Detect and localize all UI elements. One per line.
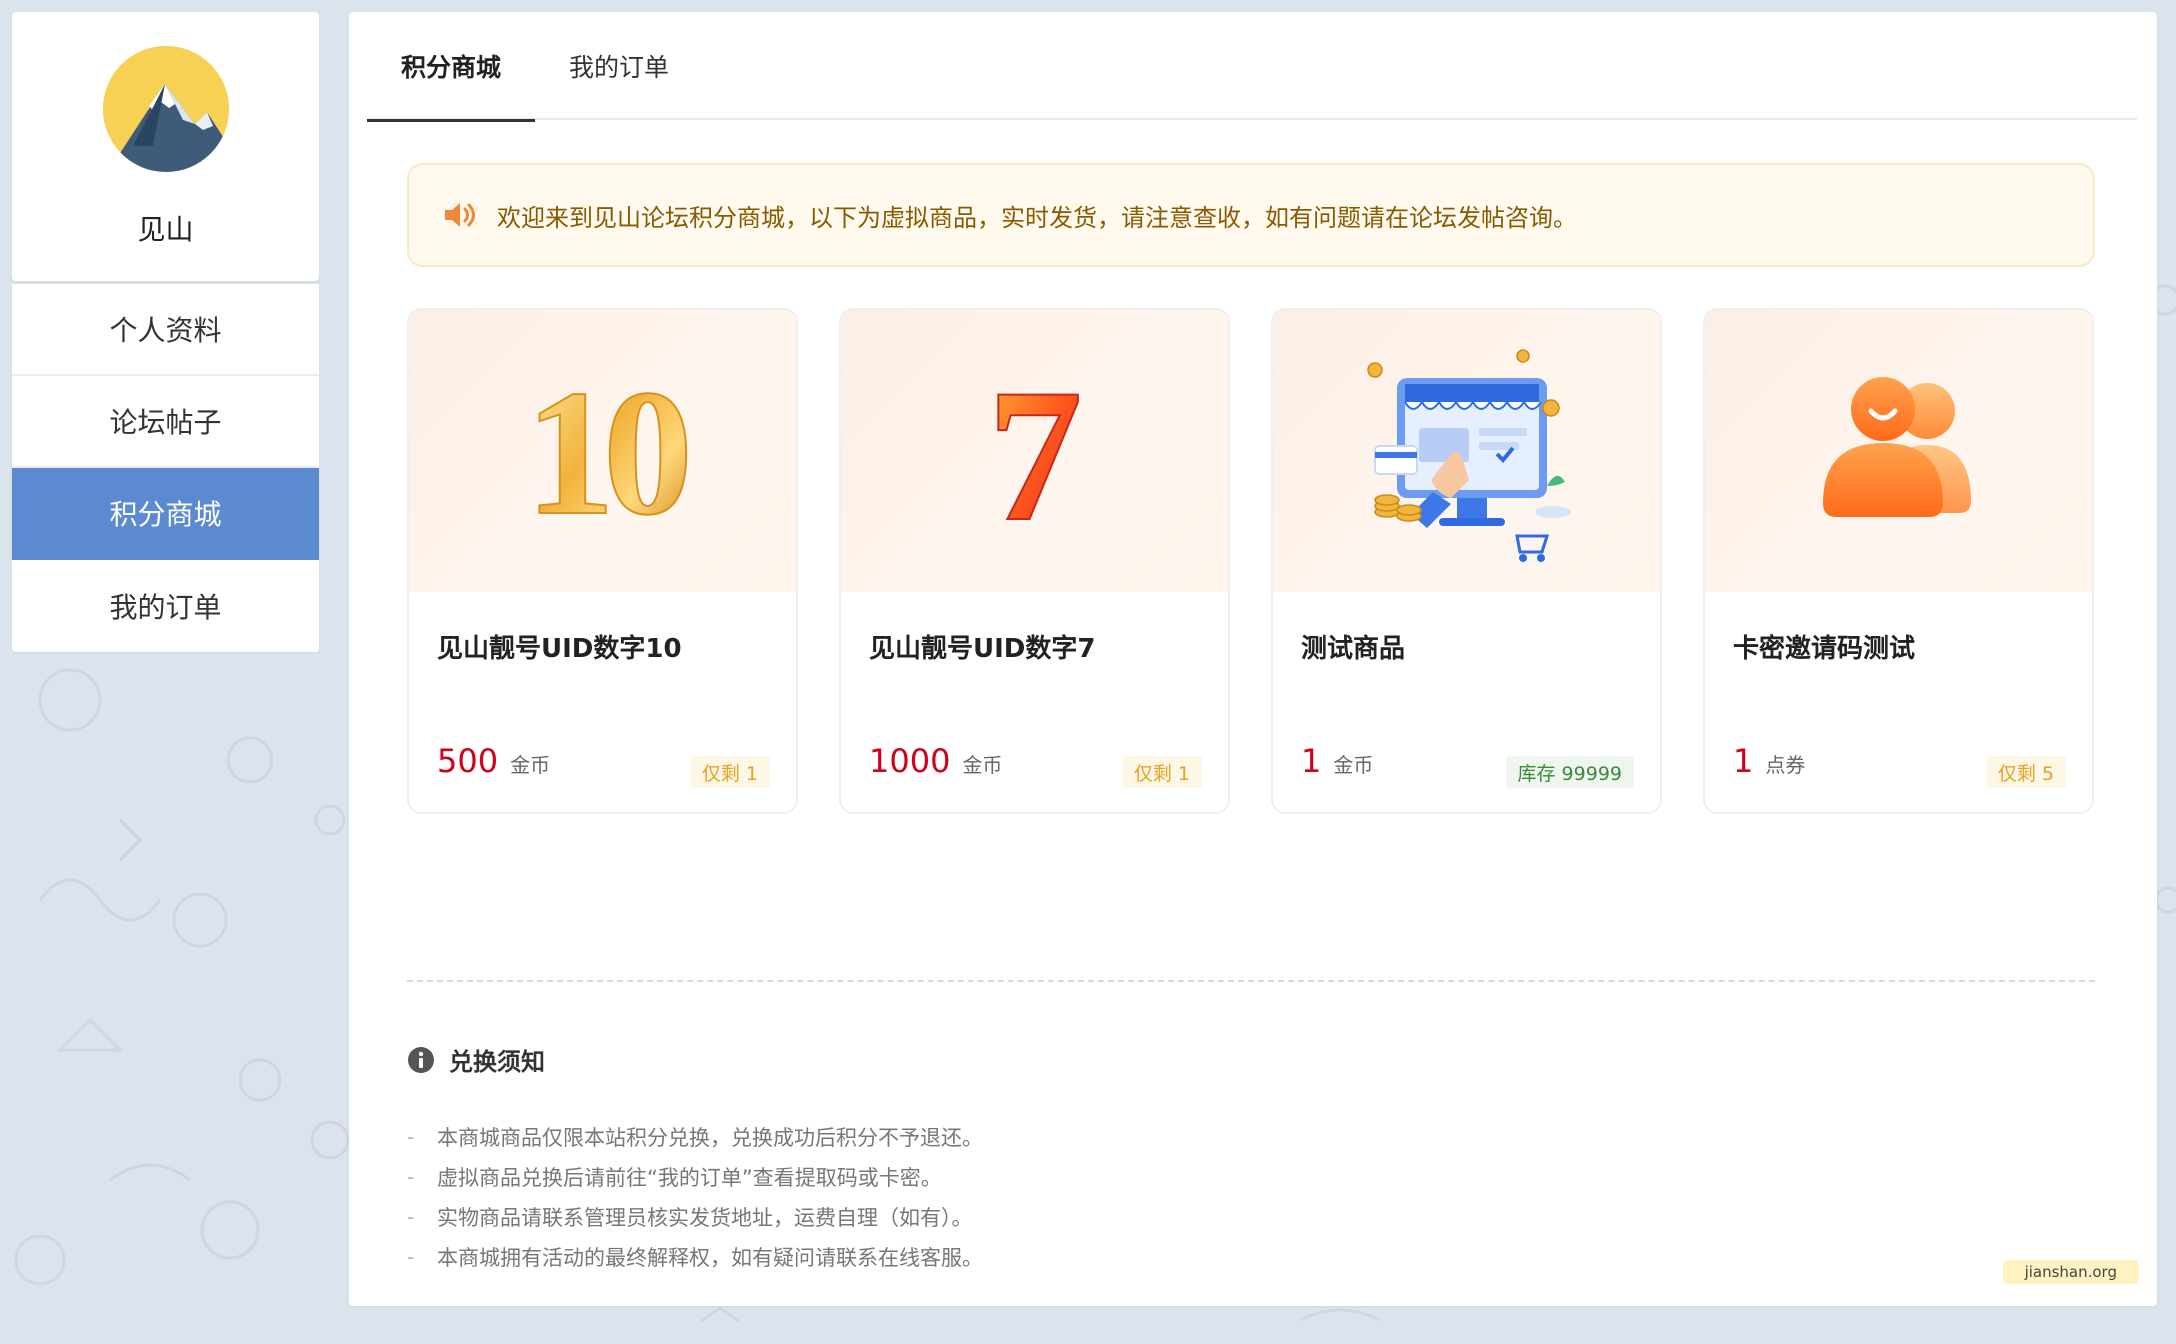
stock-badge: 仅剩 5 — [1985, 756, 2066, 788]
list-bullet: - — [407, 1125, 415, 1149]
price-unit: 金币 — [1333, 753, 1374, 777]
product-title: 测试商品 — [1301, 634, 1406, 664]
price-value: 1 — [1301, 742, 1322, 780]
product-grid: 10 见山靓号UID数字10 500 金币 仅剩 1 7 见山靓号UID数字7 … — [407, 308, 2095, 828]
stock-badge: 库存 99999 — [1505, 756, 1634, 788]
product-price: 1000 金币 — [869, 742, 1002, 780]
product-card[interactable]: 10 见山靓号UID数字10 500 金币 仅剩 1 — [407, 308, 798, 814]
number-10-image: 10 — [524, 352, 700, 551]
notice-banner: 欢迎来到见山论坛积分商城，以下为虚拟商品，实时发货，请注意查收，如有问题请在论坛… — [407, 163, 2095, 267]
tab-points-mall[interactable]: 积分商城 — [367, 12, 536, 122]
product-image — [1705, 310, 2092, 592]
username: 见山 — [137, 213, 194, 246]
rules-header: 兑换须知 — [407, 1042, 545, 1077]
stock-badge: 仅剩 1 — [1121, 756, 1202, 788]
list-bullet: - — [407, 1165, 415, 1189]
product-card[interactable]: 测试商品 1 金币 库存 99999 — [1271, 308, 1662, 814]
rules-list: - 本商城商品仅限本站积分兑换，兑换成功后积分不予退还。 - 虚拟商品兑换后请前… — [407, 1117, 983, 1277]
list-item: - 本商城商品仅限本站积分兑换，兑换成功后积分不予退还。 — [407, 1117, 983, 1157]
rule-text: 实物商品请联系管理员核实发货地址，运费自理（如有）。 — [437, 1206, 973, 1230]
product-image — [1273, 310, 1660, 592]
tab-bar: 积分商城 我的订单 — [367, 12, 2137, 122]
product-card[interactable]: 卡密邀请码测试 1 点券 仅剩 5 — [1703, 308, 2094, 814]
list-item: - 虚拟商品兑换后请前往“我的订单”查看提取码或卡密。 — [407, 1157, 983, 1197]
list-item: - 实物商品请联系管理员核实发货地址，运费自理（如有）。 — [407, 1197, 983, 1237]
section-divider — [407, 980, 2095, 982]
list-item: - 本商城拥有活动的最终解释权，如有疑问请联系在线客服。 — [407, 1237, 983, 1277]
price-value: 1000 — [869, 742, 951, 780]
list-bullet: - — [407, 1245, 415, 1269]
rule-text: 虚拟商品兑换后请前往“我的订单”查看提取码或卡密。 — [437, 1166, 942, 1190]
sidebar-item-profile[interactable]: 个人资料 — [12, 284, 319, 376]
site-watermark: jianshan.org — [2002, 1260, 2139, 1284]
price-unit: 金币 — [510, 753, 551, 777]
rule-text: 本商城拥有活动的最终解释权，如有疑问请联系在线客服。 — [437, 1246, 983, 1270]
product-title: 见山靓号UID数字7 — [869, 634, 1096, 664]
product-title: 见山靓号UID数字10 — [437, 634, 682, 664]
product-title: 卡密邀请码测试 — [1733, 634, 1916, 664]
sidebar-item-forum-posts[interactable]: 论坛帖子 — [12, 376, 319, 468]
product-price: 1 金币 — [1301, 742, 1373, 780]
rules-heading: 兑换须知 — [449, 1048, 545, 1076]
info-icon — [408, 1046, 434, 1073]
users-image — [1822, 377, 1971, 517]
svg-text:10: 10 — [525, 353, 687, 551]
price-value: 1 — [1733, 742, 1754, 780]
number-7-image: 7 — [986, 351, 1083, 551]
notice-text: 欢迎来到见山论坛积分商城，以下为虚拟商品，实时发货，请注意查收，如有问题请在论坛… — [497, 203, 1577, 232]
list-bullet: - — [407, 1205, 415, 1229]
product-price: 1 点券 — [1733, 742, 1805, 780]
online-shop-image — [1366, 349, 1571, 562]
product-card[interactable]: 7 见山靓号UID数字7 1000 金币 仅剩 1 — [839, 308, 1230, 814]
price-value: 500 — [437, 742, 499, 780]
speaker-icon — [445, 203, 475, 227]
avatar[interactable] — [102, 46, 229, 172]
main-panel: 积分商城 我的订单 欢迎来到见山论坛积分商城，以下为虚拟商品，实时发货，请注意查… — [349, 12, 2157, 1306]
profile-card: 见山 — [12, 12, 319, 281]
product-image: 10 — [409, 310, 796, 592]
tab-my-orders[interactable]: 我的订单 — [535, 12, 703, 120]
sidebar-menu: 个人资料 论坛帖子 积分商城 我的订单 — [12, 284, 319, 652]
price-unit: 金币 — [962, 753, 1003, 777]
sidebar-item-my-orders[interactable]: 我的订单 — [12, 560, 319, 652]
product-image: 7 — [841, 310, 1228, 592]
sidebar-item-points-mall[interactable]: 积分商城 — [12, 468, 319, 560]
price-unit: 点券 — [1765, 753, 1806, 777]
product-price: 500 金币 — [437, 742, 550, 780]
svg-text:7: 7 — [987, 351, 1082, 551]
stock-badge: 仅剩 1 — [689, 756, 770, 788]
rule-text: 本商城商品仅限本站积分兑换，兑换成功后积分不予退还。 — [437, 1126, 983, 1150]
